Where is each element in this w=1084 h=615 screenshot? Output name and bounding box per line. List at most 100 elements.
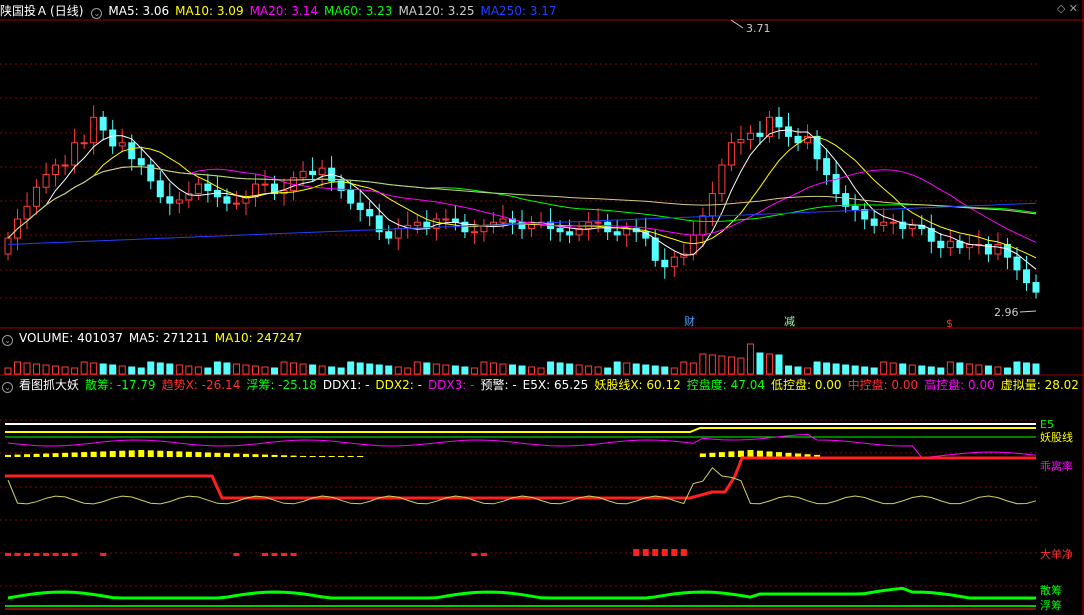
- volume-bar: [1003, 367, 1011, 375]
- stock-chart-canvas[interactable]: 3.71 2.96 财 减 $ E5 妖股线 乖离率 大单净 散筹 浮筹: [0, 0, 1084, 615]
- dadan-bar: [471, 553, 478, 556]
- candle-body: [842, 193, 850, 207]
- trend-x-line: [5, 456, 1036, 500]
- volume-bar: [889, 362, 897, 375]
- volume-bar: [499, 363, 507, 375]
- ma5-line: [7, 129, 1037, 270]
- candle-body: [61, 164, 69, 167]
- yellow-bar: [347, 456, 354, 457]
- yellow-bar: [24, 454, 31, 457]
- volume-bar: [518, 365, 526, 375]
- event-marker-jian[interactable]: 减: [784, 315, 795, 328]
- volume-bar: [1013, 361, 1021, 375]
- yellow-bar: [319, 456, 326, 457]
- yellow-bar: [14, 454, 21, 457]
- volume-bar: [899, 363, 907, 375]
- volume-bar: [661, 366, 669, 375]
- candle-body: [128, 142, 136, 160]
- volume-bar: [99, 363, 107, 375]
- volume-bar: [680, 361, 688, 375]
- volume-bar: [480, 361, 488, 375]
- volume-bar: [632, 363, 640, 375]
- yellow-bar: [214, 452, 221, 457]
- volume-bar: [166, 363, 174, 375]
- volume-bar: [794, 366, 802, 375]
- dadan-bar: [652, 549, 659, 556]
- volume-bar: [328, 366, 336, 375]
- volume-bar: [547, 361, 555, 375]
- volume-bar: [984, 365, 992, 375]
- volume-bar: [147, 361, 155, 375]
- yellow-bar: [338, 456, 345, 457]
- volume-bar: [708, 354, 716, 375]
- volume-bar: [137, 367, 145, 375]
- volume-bar: [385, 365, 393, 375]
- volume-bar: [4, 367, 12, 375]
- volume-bar: [842, 364, 850, 375]
- guai-label: 乖离率: [1040, 459, 1073, 473]
- candle-body: [366, 208, 374, 217]
- volume-bar: [280, 361, 288, 375]
- dadan-bar: [14, 553, 21, 556]
- candle-body: [137, 158, 145, 166]
- volume-bar: [242, 364, 250, 375]
- event-marker-cai[interactable]: 财: [684, 314, 695, 328]
- volume-bar: [727, 356, 735, 375]
- volume-bar: [870, 367, 878, 375]
- volume-bar: [204, 367, 212, 375]
- volume-bar: [290, 362, 298, 375]
- yellow-bar: [5, 454, 11, 457]
- volume-bar: [851, 365, 859, 375]
- event-marker-s[interactable]: $: [946, 317, 953, 330]
- candle-body: [699, 215, 707, 236]
- candle-body: [613, 231, 621, 236]
- candle-body: [946, 240, 954, 249]
- volume-bar: [556, 362, 564, 375]
- candle-body: [651, 237, 659, 261]
- volume-bar: [442, 364, 450, 375]
- volume-bar: [461, 366, 469, 375]
- volume-bar: [908, 364, 916, 375]
- volume-bar: [52, 365, 60, 375]
- candle-body: [394, 228, 402, 239]
- yellow-bar: [718, 452, 725, 457]
- dadan-bar: [24, 553, 31, 556]
- volume-bar: [271, 367, 279, 375]
- volume-bar: [718, 355, 726, 375]
- volume-bar: [413, 361, 421, 375]
- dadan-bar: [480, 553, 487, 556]
- candle-body: [347, 189, 355, 204]
- dadan-bar: [5, 553, 11, 556]
- volume-bar: [699, 353, 707, 375]
- volume-bar: [118, 365, 126, 375]
- candle-body: [204, 183, 212, 191]
- yellow-bar: [262, 454, 268, 457]
- candle-body: [623, 228, 631, 236]
- candle-body: [118, 142, 126, 147]
- yellow-bar: [281, 455, 288, 457]
- yellow-bar: [119, 450, 126, 457]
- dadan-bar: [71, 553, 78, 556]
- yellow-bar: [252, 454, 259, 457]
- volume-bar: [937, 367, 945, 375]
- san-line: [7, 586, 1036, 600]
- yellow-bar: [766, 451, 773, 457]
- candle-body: [90, 116, 98, 144]
- yellow-bar: [195, 452, 202, 457]
- yellow-bar: [300, 455, 307, 457]
- yellow-bar: [43, 453, 50, 457]
- dadan-bar: [671, 549, 678, 556]
- candle-body: [109, 129, 117, 147]
- volume-bar: [261, 366, 269, 375]
- volume-bar: [394, 366, 402, 375]
- volume-bar: [185, 365, 193, 375]
- volume-bar: [861, 366, 869, 375]
- volume-bar: [423, 362, 431, 375]
- candle-body: [566, 231, 574, 236]
- yellow-bar: [290, 455, 297, 457]
- yellow-bar: [138, 450, 145, 457]
- volume-bar: [232, 363, 240, 375]
- volume-bar: [451, 365, 459, 375]
- volume-bar: [1022, 362, 1030, 375]
- grid-lines: [0, 0, 1084, 615]
